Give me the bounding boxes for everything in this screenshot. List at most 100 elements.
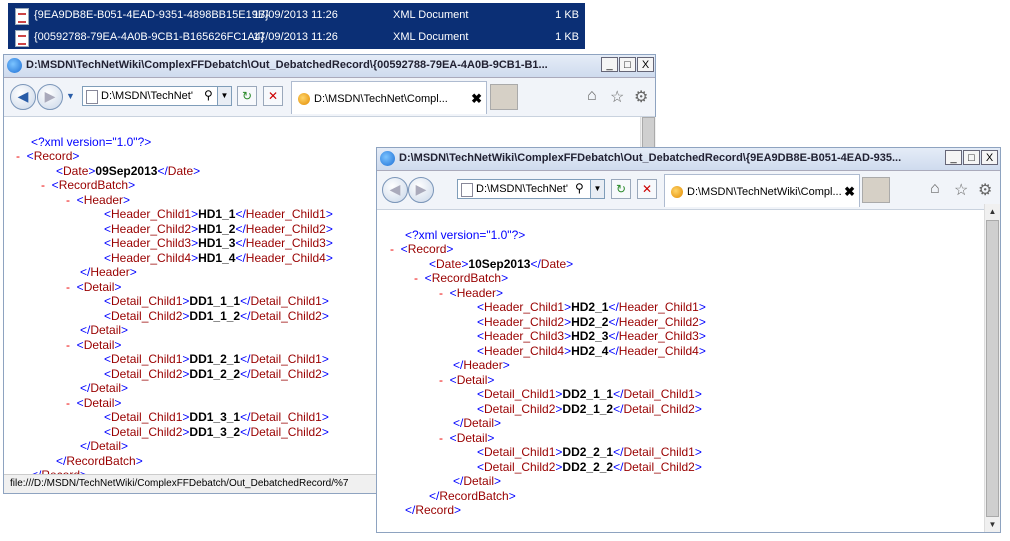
- address-bar[interactable]: D:\MSDN\TechNet' ⚲ ▼: [457, 179, 605, 199]
- address-text: D:\MSDN\TechNet': [476, 183, 568, 195]
- title-bar: D:\MSDN\TechNetWiki\ComplexFFDebatch\Out…: [4, 55, 655, 78]
- xml-line: <Detail_Child2>DD1_1_2</Detail_Child2>: [104, 309, 329, 323]
- xml-line: <Header_Child1>HD1_1</Header_Child1>: [104, 207, 333, 221]
- collapse-toggle[interactable]: -: [66, 396, 70, 410]
- window-title: D:\MSDN\TechNetWiki\ComplexFFDebatch\Out…: [399, 152, 902, 164]
- address-text: D:\MSDN\TechNet': [101, 90, 193, 102]
- collapse-toggle[interactable]: -: [66, 193, 70, 207]
- scroll-thumb[interactable]: [986, 220, 999, 517]
- xml-line: <Detail_Child2>DD2_2_2</Detail_Child2>: [477, 460, 702, 474]
- search-icon[interactable]: ⚲: [204, 88, 213, 102]
- file-name: {00592788-79EA-4A0B-9CB1-B165626FC1A4}: [34, 31, 265, 43]
- search-icon[interactable]: ⚲: [575, 181, 584, 195]
- status-url: file:///D:/MSDN/TechNetWiki/ComplexFFDeb…: [10, 478, 349, 489]
- file-size: 1 KB: [555, 31, 579, 43]
- xml-line: </RecordBatch>: [429, 489, 516, 503]
- xml-line: <Header_Child3>HD1_3</Header_Child3>: [104, 236, 333, 250]
- xml-line: </Detail>: [453, 416, 502, 430]
- xml-line: </Header>: [453, 358, 510, 372]
- address-dropdown-icon[interactable]: ▼: [217, 87, 231, 105]
- xml-line: - <Header>: [66, 193, 131, 207]
- file-row[interactable]: {9EA9DB8E-B051-4EAD-9351-4898BB15E19B} 1…: [8, 5, 585, 27]
- collapse-toggle[interactable]: -: [439, 286, 443, 300]
- xml-line: <Detail_Child1>DD2_1_1</Detail_Child1>: [477, 387, 702, 401]
- scroll-down-icon[interactable]: ▼: [985, 517, 1000, 532]
- status-bar: file:///D:/MSDN/TechNetWiki/ComplexFFDeb…: [4, 474, 377, 493]
- xml-line: - <Detail>: [66, 396, 122, 410]
- history-dropdown-icon[interactable]: ▼: [66, 91, 75, 101]
- tab-close-icon[interactable]: ✖: [844, 184, 855, 200]
- minimize-button[interactable]: _: [945, 150, 962, 165]
- home-icon[interactable]: ⌂: [930, 180, 940, 198]
- address-dropdown-icon[interactable]: ▼: [590, 180, 604, 198]
- xml-line: <Header_Child2>HD1_2</Header_Child2>: [104, 222, 333, 236]
- forward-button[interactable]: ▶: [408, 177, 434, 203]
- collapse-toggle[interactable]: -: [16, 149, 20, 163]
- collapse-toggle[interactable]: -: [66, 280, 70, 294]
- collapse-toggle[interactable]: -: [414, 271, 418, 285]
- tab-active[interactable]: D:\MSDN\TechNetWiki\Compl... ✖: [664, 174, 860, 207]
- page-icon: [461, 183, 473, 197]
- refresh-button[interactable]: ↻: [237, 86, 257, 106]
- favorites-star-icon[interactable]: ☆: [610, 87, 624, 107]
- collapse-toggle[interactable]: -: [390, 242, 394, 256]
- stop-button[interactable]: ✕: [637, 179, 657, 199]
- new-tab-button[interactable]: [490, 84, 518, 110]
- address-bar[interactable]: D:\MSDN\TechNet' ⚲ ▼: [82, 86, 232, 106]
- xml-line: - <Record>: [16, 149, 80, 163]
- maximize-button[interactable]: □: [963, 150, 980, 165]
- xml-line: <Date>09Sep2013</Date>: [56, 164, 201, 178]
- title-bar: D:\MSDN\TechNetWiki\ComplexFFDebatch\Out…: [377, 148, 1000, 171]
- xml-line: - <Detail>: [66, 280, 122, 294]
- xml-line: <Detail_Child2>DD1_3_2</Detail_Child2>: [104, 425, 329, 439]
- collapse-toggle[interactable]: -: [41, 178, 45, 192]
- xml-line: - <Detail>: [439, 373, 495, 387]
- tools-gear-icon[interactable]: ⚙: [978, 180, 992, 200]
- xml-line: <Detail_Child1>DD1_1_1</Detail_Child1>: [104, 294, 329, 308]
- tools-gear-icon[interactable]: ⚙: [634, 87, 648, 107]
- back-button[interactable]: ◀: [382, 177, 408, 203]
- scroll-thumb[interactable]: [642, 117, 655, 149]
- xml-line: </Detail>: [80, 381, 129, 395]
- xml-line: </Record>: [405, 503, 462, 517]
- xml-line: <Header_Child2>HD2_2</Header_Child2>: [477, 315, 706, 329]
- close-button[interactable]: X: [637, 57, 654, 72]
- forward-button[interactable]: ▶: [37, 84, 63, 110]
- refresh-button[interactable]: ↻: [611, 179, 631, 199]
- favorites-star-icon[interactable]: ☆: [954, 180, 968, 200]
- maximize-button[interactable]: □: [619, 57, 636, 72]
- xml-file-icon: [15, 30, 29, 47]
- new-tab-button[interactable]: [862, 177, 890, 203]
- close-button[interactable]: X: [981, 150, 998, 165]
- collapse-toggle[interactable]: -: [66, 338, 70, 352]
- xml-declaration: <?xml version="1.0"?>: [31, 135, 152, 149]
- collapse-toggle[interactable]: -: [439, 373, 443, 387]
- xml-line: - <Header>: [439, 286, 504, 300]
- scroll-up-icon[interactable]: ▲: [985, 204, 1000, 219]
- tab-close-icon[interactable]: ✖: [471, 91, 482, 107]
- vertical-scrollbar[interactable]: ▲ ▼: [984, 204, 1000, 532]
- xml-line: <Date>10Sep2013</Date>: [429, 257, 574, 271]
- page-icon: [86, 90, 98, 104]
- xml-line: <Detail_Child1>DD2_2_1</Detail_Child1>: [477, 445, 702, 459]
- xml-line: - <Record>: [390, 242, 454, 256]
- file-row[interactable]: {00592788-79EA-4A0B-9CB1-B165626FC1A4} 1…: [8, 27, 585, 49]
- tab-ie-icon: [298, 93, 310, 105]
- minimize-button[interactable]: _: [601, 57, 618, 72]
- toolbar: ◀ ▶ ▼ D:\MSDN\TechNet' ⚲ ▼ ↻ ✕ D:\MSDN\T…: [4, 78, 655, 117]
- tab-title: D:\MSDN\TechNet\Compl...: [314, 93, 448, 105]
- stop-button[interactable]: ✕: [263, 86, 283, 106]
- xml-declaration: <?xml version="1.0"?>: [405, 228, 526, 242]
- window-title: D:\MSDN\TechNetWiki\ComplexFFDebatch\Out…: [26, 59, 548, 71]
- xml-line: - <RecordBatch>: [414, 271, 509, 285]
- file-name: {9EA9DB8E-B051-4EAD-9351-4898BB15E19B}: [34, 9, 269, 21]
- xml-line: - <RecordBatch>: [41, 178, 136, 192]
- tab-active[interactable]: D:\MSDN\TechNet\Compl... ✖: [291, 81, 487, 114]
- file-type: XML Document: [393, 9, 469, 21]
- back-button[interactable]: ◀: [10, 84, 36, 110]
- home-icon[interactable]: ⌂: [587, 87, 597, 105]
- tab-ie-icon: [671, 186, 683, 198]
- collapse-toggle[interactable]: -: [439, 431, 443, 445]
- xml-line: </Detail>: [80, 323, 129, 337]
- xml-line: <Detail_Child1>DD1_3_1</Detail_Child1>: [104, 410, 329, 424]
